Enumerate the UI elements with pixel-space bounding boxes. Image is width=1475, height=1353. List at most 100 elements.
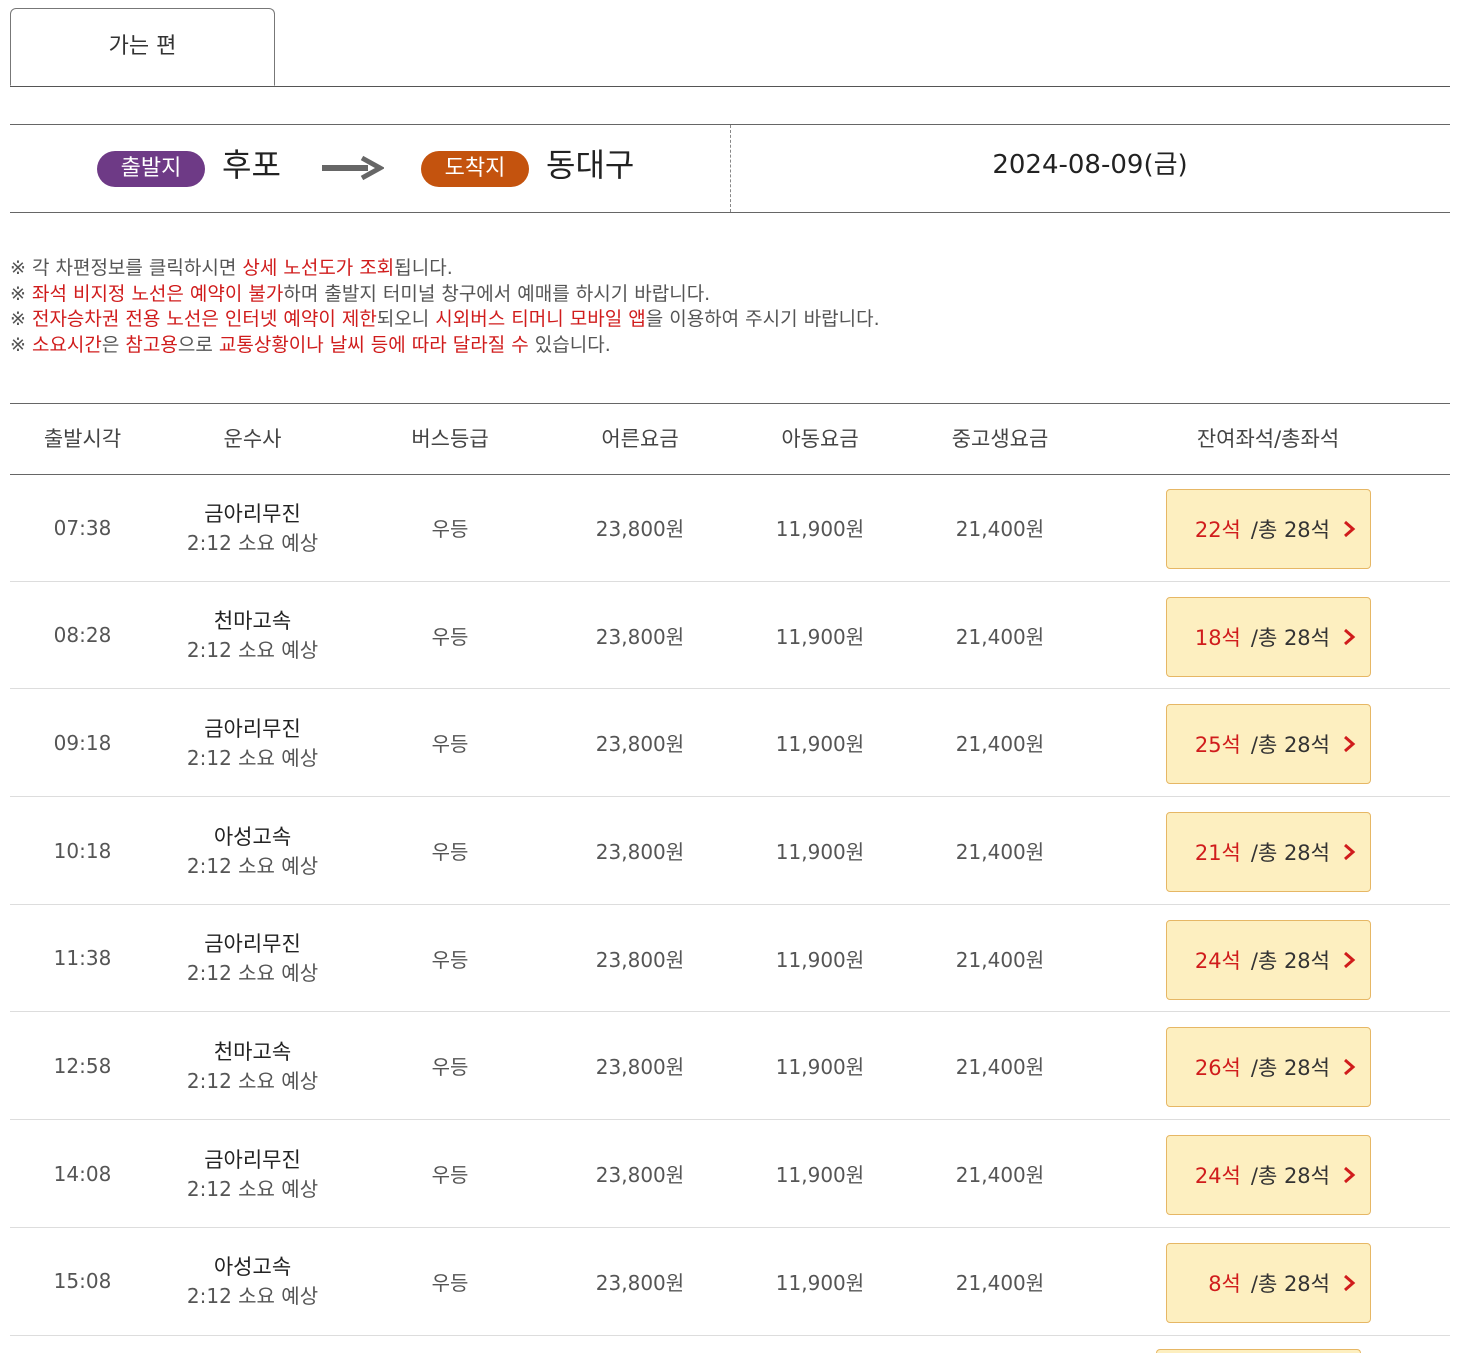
chevron-right-icon: [1344, 628, 1356, 645]
chevron-right-icon: [1344, 951, 1356, 968]
estimated-duration: 2:12 소요 예상: [186, 961, 319, 986]
notice-text: 되오니: [376, 308, 436, 330]
seat-select-button[interactable]: 8석 /총 28석: [1166, 1242, 1371, 1323]
adult-fare: 23,800원: [595, 840, 685, 865]
departure-time: 07:38: [53, 515, 112, 540]
estimated-duration: 2:12 소요 예상: [186, 638, 319, 663]
company-cell: 금아리무진 2:12 소요 예상: [155, 474, 350, 581]
remaining-seats: 24석: [1194, 948, 1241, 973]
table-row[interactable]: 11:38 금아리무진 2:12 소요 예상 우등 23,800원 11,900…: [10, 905, 1450, 1013]
company-cell: 아성고속 2:12 소요 예상: [155, 797, 350, 904]
seat-select-button[interactable]: 24석 /총 28석: [1166, 919, 1371, 1000]
header-adult-fare: 어른요금: [601, 427, 679, 451]
arrow-right-icon: [322, 155, 384, 181]
seat-button-partial[interactable]: [1156, 1349, 1361, 1353]
adult-fare: 23,800원: [595, 1163, 685, 1188]
header-seats: 잔여좌석/총좌석: [1196, 427, 1340, 451]
arrival-city: 동대구: [546, 146, 635, 184]
seat-select-button[interactable]: 25석 /총 28석: [1166, 704, 1371, 785]
total-seats: /총 28석: [1250, 733, 1330, 758]
adult-fare: 23,800원: [595, 947, 685, 972]
departure-time: 15:08: [53, 1269, 112, 1294]
table-row[interactable]: 15:08 아성고속 2:12 소요 예상 우등 23,800원 11,900원…: [10, 1228, 1450, 1336]
notice-line: ※ 각 차편정보를 클릭하시면 상세 노선도가 조회됩니다.: [10, 256, 880, 282]
remaining-seats: 8석: [1208, 1271, 1241, 1296]
company-name: 천마고속: [213, 1039, 292, 1064]
seat-select-button[interactable]: 18석 /총 28석: [1166, 596, 1371, 677]
bus-grade: 우등: [431, 1270, 469, 1295]
tab-outbound[interactable]: 가는 편: [10, 8, 275, 86]
table-row[interactable]: 07:38 금아리무진 2:12 소요 예상 우등 23,800원 11,900…: [10, 474, 1450, 582]
total-seats: /총 28석: [1250, 625, 1330, 650]
seat-select-button[interactable]: 26석 /총 28석: [1166, 1027, 1371, 1108]
header-bus-grade: 버스등급: [411, 427, 489, 451]
student-fare: 21,400원: [955, 1055, 1045, 1080]
seat-select-button[interactable]: 21석 /총 28석: [1166, 812, 1371, 893]
chevron-right-icon: [1344, 1274, 1356, 1291]
tab-bar: 가는 편: [10, 8, 1450, 87]
estimated-duration: 2:12 소요 예상: [186, 1284, 319, 1309]
remaining-seats: 22석: [1194, 518, 1241, 542]
adult-fare: 23,800원: [595, 1055, 685, 1080]
header-company: 운수사: [223, 427, 282, 451]
notice-highlight: 시외버스 티머니 모바일 앱: [435, 308, 646, 330]
notice-line: ※ 좌석 비지정 노선은 예약이 불가하며 출발지 터미널 창구에서 예매를 하…: [10, 282, 880, 308]
table-row[interactable]: 08:28 천마고속 2:12 소요 예상 우등 23,800원 11,900원…: [10, 582, 1450, 690]
company-name: 금아리무진: [204, 1147, 301, 1172]
arrival-badge: 도착지: [421, 151, 529, 187]
bus-grade: 우등: [431, 732, 469, 757]
departure-time: 10:18: [53, 838, 112, 863]
seat-select-button[interactable]: 22석 /총 28석: [1166, 489, 1371, 569]
notice-list: ※ 각 차편정보를 클릭하시면 상세 노선도가 조회됩니다. ※ 좌석 비지정 노…: [10, 256, 880, 358]
total-seats: /총 28석: [1250, 841, 1330, 866]
notice-line: ※ 전자승차권 전용 노선은 인터넷 예약이 제한되오니 시외버스 티머니 모바…: [10, 307, 880, 333]
estimated-duration: 2:12 소요 예상: [186, 1068, 319, 1093]
child-fare: 11,900원: [775, 517, 865, 541]
bus-grade: 우등: [431, 947, 469, 972]
departure-time: 12:58: [53, 1053, 112, 1078]
child-fare: 11,900원: [775, 624, 865, 649]
notice-line: ※ 소요시간은 참고용으로 교통상황이나 날씨 등에 따라 달라질 수 있습니다…: [10, 333, 880, 359]
student-fare: 21,400원: [955, 517, 1045, 541]
company-cell: 금아리무진 2:12 소요 예상: [155, 1120, 350, 1227]
departure-date: 2024-08-09(금): [992, 150, 1188, 180]
company-cell: 금아리무진 2:12 소요 예상: [155, 905, 350, 1012]
table-row[interactable]: 14:08 금아리무진 2:12 소요 예상 우등 23,800원 11,900…: [10, 1120, 1450, 1228]
table-row[interactable]: 10:18 아성고속 2:12 소요 예상 우등 23,800원 11,900원…: [10, 797, 1450, 905]
company-name: 천마고속: [213, 609, 292, 634]
company-cell: 천마고속 2:12 소요 예상: [155, 582, 350, 689]
adult-fare: 23,800원: [595, 1270, 685, 1295]
seat-select-button[interactable]: 24석 /총 28석: [1166, 1135, 1371, 1216]
total-seats: /총 28석: [1250, 518, 1330, 542]
notice-text: 됩니다.: [394, 257, 453, 279]
departure-badge: 출발지: [97, 151, 205, 187]
adult-fare: 23,800원: [595, 624, 685, 649]
estimated-duration: 2:12 소요 예상: [186, 1176, 319, 1201]
student-fare: 21,400원: [955, 624, 1045, 649]
bus-grade: 우등: [431, 840, 469, 865]
bus-grade: 우등: [431, 517, 469, 541]
chevron-right-icon: [1344, 1059, 1356, 1076]
notice-text: 으로: [177, 333, 219, 356]
student-fare: 21,400원: [955, 1163, 1045, 1188]
header-departure-time: 출발시각: [43, 427, 122, 451]
student-fare: 21,400원: [955, 840, 1045, 865]
route-summary: 출발지 후포 도착지 동대구 2024-08-09(금): [10, 124, 1450, 213]
table-row[interactable]: 12:58 천마고속 2:12 소요 예상 우등 23,800원 11,900원…: [10, 1012, 1450, 1121]
notice-highlight: 전자승차권 전용 노선은 인터넷 예약이 제한: [31, 308, 377, 330]
departure-time: 14:08: [53, 1161, 112, 1186]
estimated-duration: 2:12 소요 예상: [186, 853, 319, 878]
total-seats: /총 28석: [1250, 1056, 1330, 1081]
remaining-seats: 26석: [1194, 1056, 1241, 1081]
total-seats: /총 28석: [1250, 1271, 1330, 1296]
remaining-seats: 21석: [1194, 841, 1241, 866]
departure-time: 08:28: [53, 623, 112, 648]
child-fare: 11,900원: [775, 1163, 865, 1188]
company-name: 금아리무진: [204, 932, 301, 957]
header-child-fare: 아동요금: [781, 427, 859, 451]
notice-text: ※: [10, 282, 32, 305]
chevron-right-icon: [1344, 520, 1356, 538]
table-row[interactable]: 09:18 금아리무진 2:12 소요 예상 우등 23,800원 11,900…: [10, 689, 1450, 798]
remaining-seats: 25석: [1194, 733, 1241, 758]
notice-text: ※: [10, 308, 32, 330]
